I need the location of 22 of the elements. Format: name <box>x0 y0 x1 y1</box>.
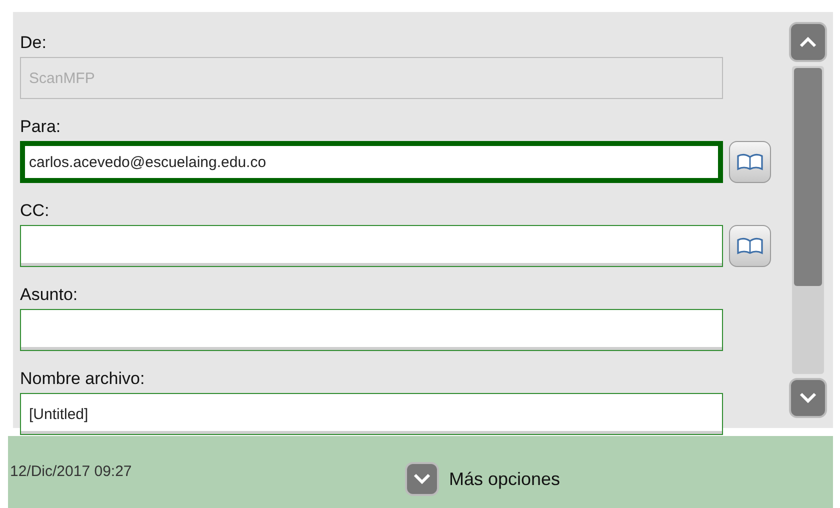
field-label: CC: <box>20 201 50 222</box>
address-book-button[interactable] <box>729 225 771 267</box>
address-book-button[interactable] <box>729 141 771 183</box>
input-field[interactable] <box>20 309 723 351</box>
more-options-button[interactable] <box>405 462 439 496</box>
scrollbar-thumb[interactable] <box>794 68 822 286</box>
more-options-label[interactable]: Más opciones <box>449 468 560 490</box>
chevron-down-icon <box>799 392 817 404</box>
field-label: De: <box>20 33 48 54</box>
chevron-up-icon <box>799 36 817 48</box>
field-label: Asunto: <box>20 285 79 306</box>
input-field[interactable]: [Untitled] <box>20 393 723 435</box>
book-icon <box>736 237 764 255</box>
input-field[interactable]: carlos.acevedo@escuelaing.edu.co <box>20 141 723 183</box>
input-field[interactable] <box>20 225 723 267</box>
scroll-up-button[interactable] <box>789 22 827 62</box>
book-icon <box>736 153 764 171</box>
chevron-down-icon <box>413 473 431 485</box>
field-label: Para: <box>20 117 62 138</box>
date-time: 12/Dic/2017 09:27 <box>10 462 133 480</box>
scroll-down-button[interactable] <box>789 378 827 418</box>
field-label: Nombre archivo: <box>20 369 146 390</box>
